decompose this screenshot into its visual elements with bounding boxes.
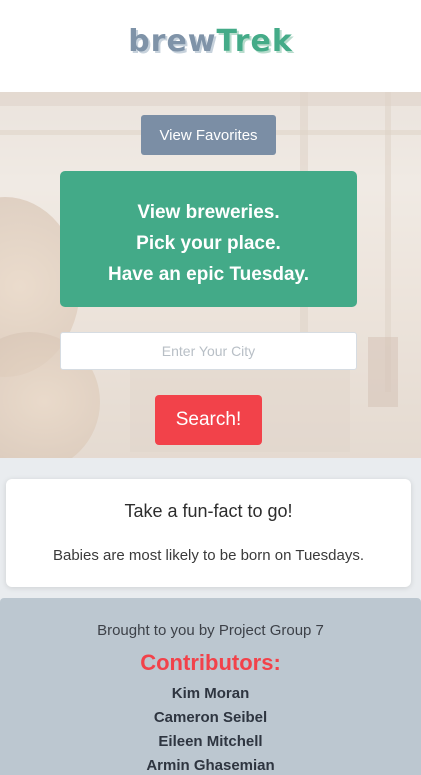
fun-fact-card: Take a fun-fact to go! Babies are most l… bbox=[6, 479, 411, 587]
header: brewTrek bbox=[0, 0, 421, 92]
contributor-name: Armin Ghasemian bbox=[146, 757, 275, 774]
tagline-line: View breweries. bbox=[137, 202, 280, 223]
tagline-banner: View breweries. Pick your place. Have an… bbox=[60, 171, 357, 307]
city-input[interactable] bbox=[60, 332, 357, 370]
search-button[interactable]: Search! bbox=[155, 395, 262, 445]
contributors-heading: Contributors: bbox=[140, 650, 281, 675]
footer: Brought to you by Project Group 7 Contri… bbox=[0, 598, 421, 775]
logo-text-trek: Trek bbox=[216, 24, 293, 59]
brand-logo[interactable]: brewTrek bbox=[0, 24, 421, 59]
logo-text-brew: brew bbox=[128, 24, 217, 59]
fun-fact-text: Babies are most likely to be born on Tue… bbox=[52, 547, 364, 564]
credit-text: Brought to you by Project Group 7 bbox=[97, 622, 324, 639]
contributor-name: Kim Moran bbox=[171, 685, 250, 702]
fun-fact-title: Take a fun-fact to go! bbox=[124, 501, 293, 521]
view-favorites-button[interactable]: View Favorites bbox=[141, 115, 276, 155]
tagline-line: Have an epic Tuesday. bbox=[108, 264, 309, 285]
contributor-name: Eileen Mitchell bbox=[158, 733, 263, 750]
tagline-line: Pick your place. bbox=[136, 233, 281, 254]
contributor-name: Cameron Seibel bbox=[153, 709, 268, 726]
contributors-list: Kim Moran Cameron Seibel Eileen Mitchell… bbox=[0, 682, 421, 775]
